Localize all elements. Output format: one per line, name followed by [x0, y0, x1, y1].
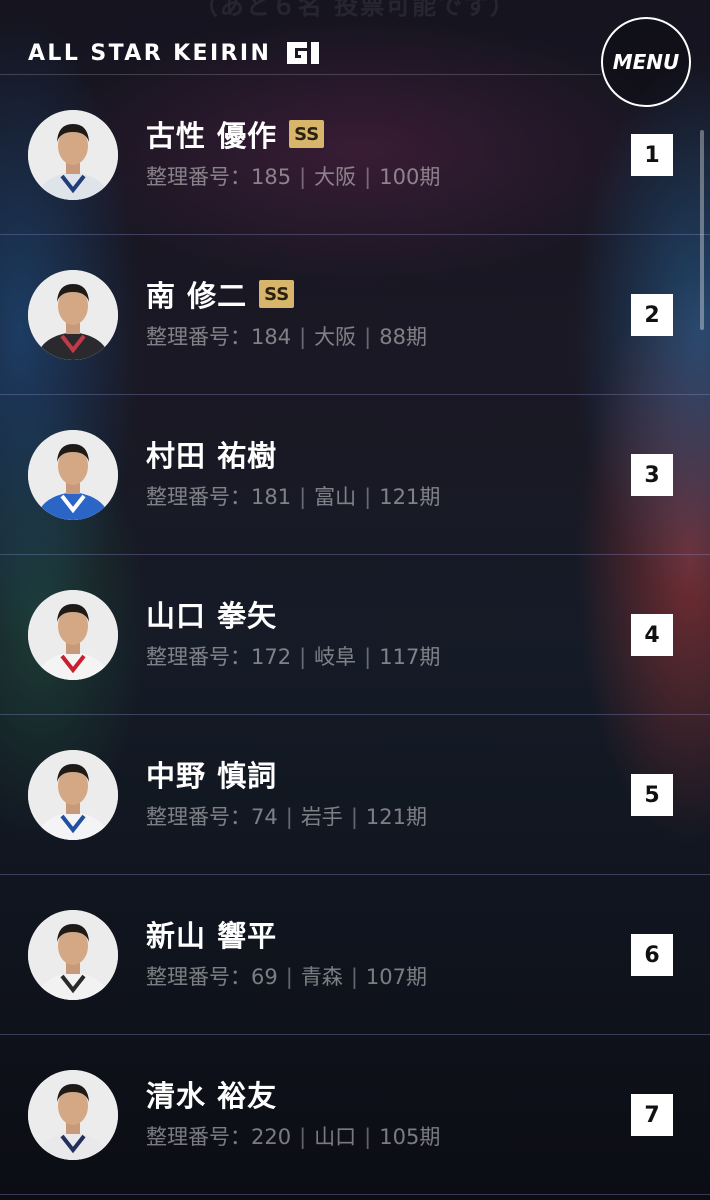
rider-info: 整理番号：220 | 山口 | 105期 — [146, 1121, 440, 1151]
rider-name: 中野 慎詞 — [146, 759, 278, 793]
rider-name-line: 古性 優作 SS — [146, 113, 325, 155]
registration-number: 185 — [251, 165, 292, 189]
rider-term: 107期 — [365, 965, 427, 989]
separator: | — [350, 965, 358, 989]
g1-grade-icon — [285, 38, 331, 68]
rider-term: 105期 — [379, 1125, 441, 1149]
rider-number-box[interactable]: 4 — [631, 614, 673, 656]
rider-prefecture: 青森 — [300, 965, 343, 989]
rider-avatar — [28, 590, 118, 680]
rider-avatar — [28, 910, 118, 1000]
rider-avatar — [28, 110, 118, 200]
rider-avatar — [28, 430, 118, 520]
rider-info: 整理番号：69 | 青森 | 107期 — [146, 961, 427, 991]
rider-name-line: 清水 裕友 — [146, 1073, 277, 1115]
rider-prefecture: 大阪 — [314, 325, 357, 349]
registration-label: 整理番号： — [146, 485, 251, 509]
rider-avatar — [28, 750, 118, 840]
rider-number-box[interactable]: 3 — [631, 454, 673, 496]
rider-term: 100期 — [379, 165, 441, 189]
rider-name: 新山 響平 — [146, 919, 278, 953]
rider-name: 山口 拳矢 — [146, 599, 278, 633]
logo-text: ALL STAR KEIRIN — [28, 40, 272, 66]
separator: | — [285, 965, 293, 989]
registration-number: 69 — [251, 965, 278, 989]
rider-row[interactable]: 南 修二 SS 整理番号：184 | 大阪 | 88期 2 — [0, 235, 710, 395]
rider-info: 整理番号：181 | 富山 | 121期 — [146, 481, 440, 511]
rider-term: 88期 — [379, 325, 427, 349]
rider-prefecture: 富山 — [314, 485, 357, 509]
registration-label: 整理番号： — [146, 325, 251, 349]
registration-label: 整理番号： — [146, 1125, 251, 1149]
registration-label: 整理番号： — [146, 965, 251, 989]
separator: | — [285, 805, 293, 829]
registration-number: 181 — [251, 485, 292, 509]
rider-number-box[interactable]: 2 — [631, 294, 673, 336]
rider-avatar — [28, 270, 118, 360]
registration-number: 220 — [251, 1125, 292, 1149]
rider-term: 117期 — [379, 645, 441, 669]
rider-row[interactable]: 中野 慎詞整理番号：74 | 岩手 | 121期 5 — [0, 715, 710, 875]
rider-info: 整理番号：184 | 大阪 | 88期 — [146, 321, 427, 351]
rider-info: 整理番号：172 | 岐阜 | 117期 — [146, 641, 440, 671]
rider-row[interactable]: 新山 響平整理番号：69 | 青森 | 107期 6 — [0, 875, 710, 1035]
separator: | — [364, 645, 372, 669]
rank-badge: SS — [259, 280, 295, 308]
rider-number-box[interactable]: 7 — [631, 1094, 673, 1136]
scrollbar[interactable] — [700, 130, 704, 330]
header: ALL STAR KEIRIN MENU — [0, 0, 710, 107]
rank-badge: SS — [289, 120, 325, 148]
rider-name: 村田 祐樹 — [146, 439, 278, 473]
rider-name: 南 修二 — [146, 279, 248, 313]
separator: | — [364, 1125, 372, 1149]
rider-number-box[interactable]: 5 — [631, 774, 673, 816]
rider-prefecture: 岐阜 — [314, 645, 357, 669]
rider-list: 古性 優作 SS 整理番号：185 | 大阪 | 100期 1 南 修二 SS 整理番号：184 | 大… — [0, 75, 710, 1195]
separator: | — [299, 485, 307, 509]
rider-name: 古性 優作 — [146, 119, 278, 153]
rider-term: 121期 — [365, 805, 427, 829]
rider-name: 清水 裕友 — [146, 1079, 278, 1113]
rider-name-line: 南 修二 SS — [146, 273, 295, 315]
rider-row[interactable]: 村田 祐樹整理番号：181 | 富山 | 121期 3 — [0, 395, 710, 555]
separator: | — [364, 485, 372, 509]
rider-name-line: 新山 響平 — [146, 913, 277, 955]
rider-number-box[interactable]: 6 — [631, 934, 673, 976]
separator: | — [350, 805, 358, 829]
rider-avatar — [28, 1070, 118, 1160]
rider-name-line: 中野 慎詞 — [146, 753, 277, 795]
all-star-keirin-logo[interactable]: ALL STAR KEIRIN — [28, 38, 331, 68]
rider-row[interactable]: 古性 優作 SS 整理番号：185 | 大阪 | 100期 1 — [0, 75, 710, 235]
registration-number: 172 — [251, 645, 292, 669]
rider-row[interactable]: 山口 拳矢整理番号：172 | 岐阜 | 117期 4 — [0, 555, 710, 715]
separator: | — [364, 325, 372, 349]
rider-number-box[interactable]: 1 — [631, 134, 673, 176]
rider-name-line: 山口 拳矢 — [146, 593, 277, 635]
rider-info: 整理番号：185 | 大阪 | 100期 — [146, 161, 440, 191]
separator: | — [299, 165, 307, 189]
rider-name-line: 村田 祐樹 — [146, 433, 277, 475]
rider-info: 整理番号：74 | 岩手 | 121期 — [146, 801, 427, 831]
registration-label: 整理番号： — [146, 645, 251, 669]
rider-term: 121期 — [379, 485, 441, 509]
separator: | — [299, 1125, 307, 1149]
rider-prefecture: 山口 — [314, 1125, 357, 1149]
registration-label: 整理番号： — [146, 805, 251, 829]
rider-row[interactable]: 清水 裕友整理番号：220 | 山口 | 105期 7 — [0, 1035, 710, 1195]
separator: | — [299, 645, 307, 669]
separator: | — [364, 165, 372, 189]
registration-label: 整理番号： — [146, 165, 251, 189]
rider-prefecture: 大阪 — [314, 165, 357, 189]
rider-prefecture: 岩手 — [300, 805, 343, 829]
separator: | — [299, 325, 307, 349]
registration-number: 74 — [251, 805, 278, 829]
registration-number: 184 — [251, 325, 292, 349]
